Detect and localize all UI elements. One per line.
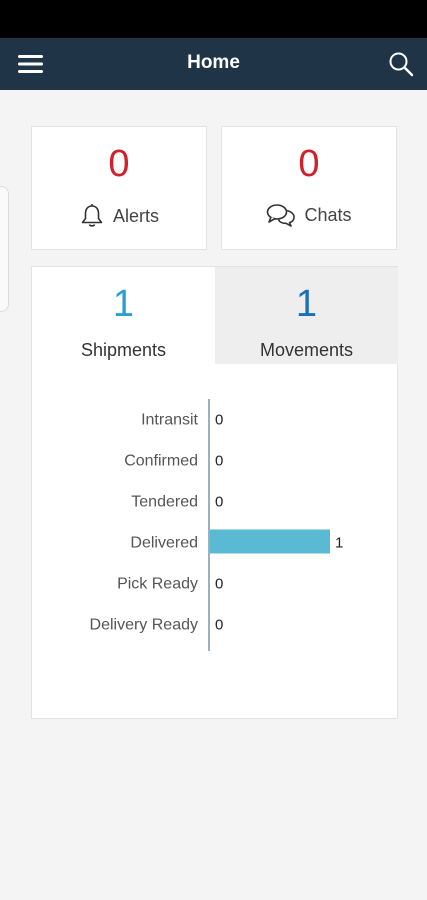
movements-count: 1 bbox=[295, 283, 318, 325]
status-bar bbox=[0, 0, 427, 38]
category-label: Intransit bbox=[141, 412, 198, 429]
category-label: Delivery Ready bbox=[90, 617, 198, 634]
chart-bar bbox=[210, 529, 330, 554]
bar-value-label: 0 bbox=[215, 617, 223, 634]
shipment-stats-card: 1 Shipments 1 Movements Intransit 0 Confir… bbox=[31, 266, 398, 719]
app-bar: Home bbox=[0, 38, 427, 90]
alerts-count: 0 bbox=[108, 143, 130, 185]
shipments-label: Shipments bbox=[80, 340, 167, 360]
tab-shipments[interactable]: 1 Shipments bbox=[32, 267, 215, 364]
category-label: Pick Ready bbox=[117, 576, 198, 593]
chats-card[interactable]: 0 Chats bbox=[221, 126, 397, 250]
status-bar-chart: Intransit 0 Confirmed 0 Tendered 0 Delivered 1 P… bbox=[90, 399, 343, 651]
bar-value-label: 1 bbox=[335, 535, 343, 552]
bar-value-label: 0 bbox=[215, 494, 223, 511]
category-label: Tendered bbox=[131, 494, 198, 511]
bar-value-label: 0 bbox=[215, 453, 223, 470]
category-label: Confirmed bbox=[124, 453, 198, 470]
alerts-label: Alerts bbox=[112, 205, 159, 226]
chats-label: Chats bbox=[304, 204, 352, 225]
bar-value-label: 0 bbox=[215, 412, 223, 429]
search-icon[interactable] bbox=[387, 50, 415, 78]
alerts-card[interactable]: 0 Alerts bbox=[31, 126, 207, 250]
movements-label: Movements bbox=[259, 340, 354, 360]
side-drawer-handle[interactable] bbox=[0, 186, 9, 312]
chat-bubbles-icon bbox=[266, 203, 296, 227]
chats-label-row: Chats bbox=[222, 203, 396, 227]
shipments-count: 1 bbox=[112, 283, 135, 325]
bar-value-label: 0 bbox=[215, 576, 223, 593]
category-label: Delivered bbox=[130, 535, 198, 552]
bell-icon bbox=[79, 203, 105, 229]
tab-movements[interactable]: 1 Movements bbox=[215, 267, 398, 364]
chats-count: 0 bbox=[298, 143, 320, 185]
page-title: Home bbox=[187, 52, 240, 73]
alerts-label-row: Alerts bbox=[32, 203, 206, 229]
